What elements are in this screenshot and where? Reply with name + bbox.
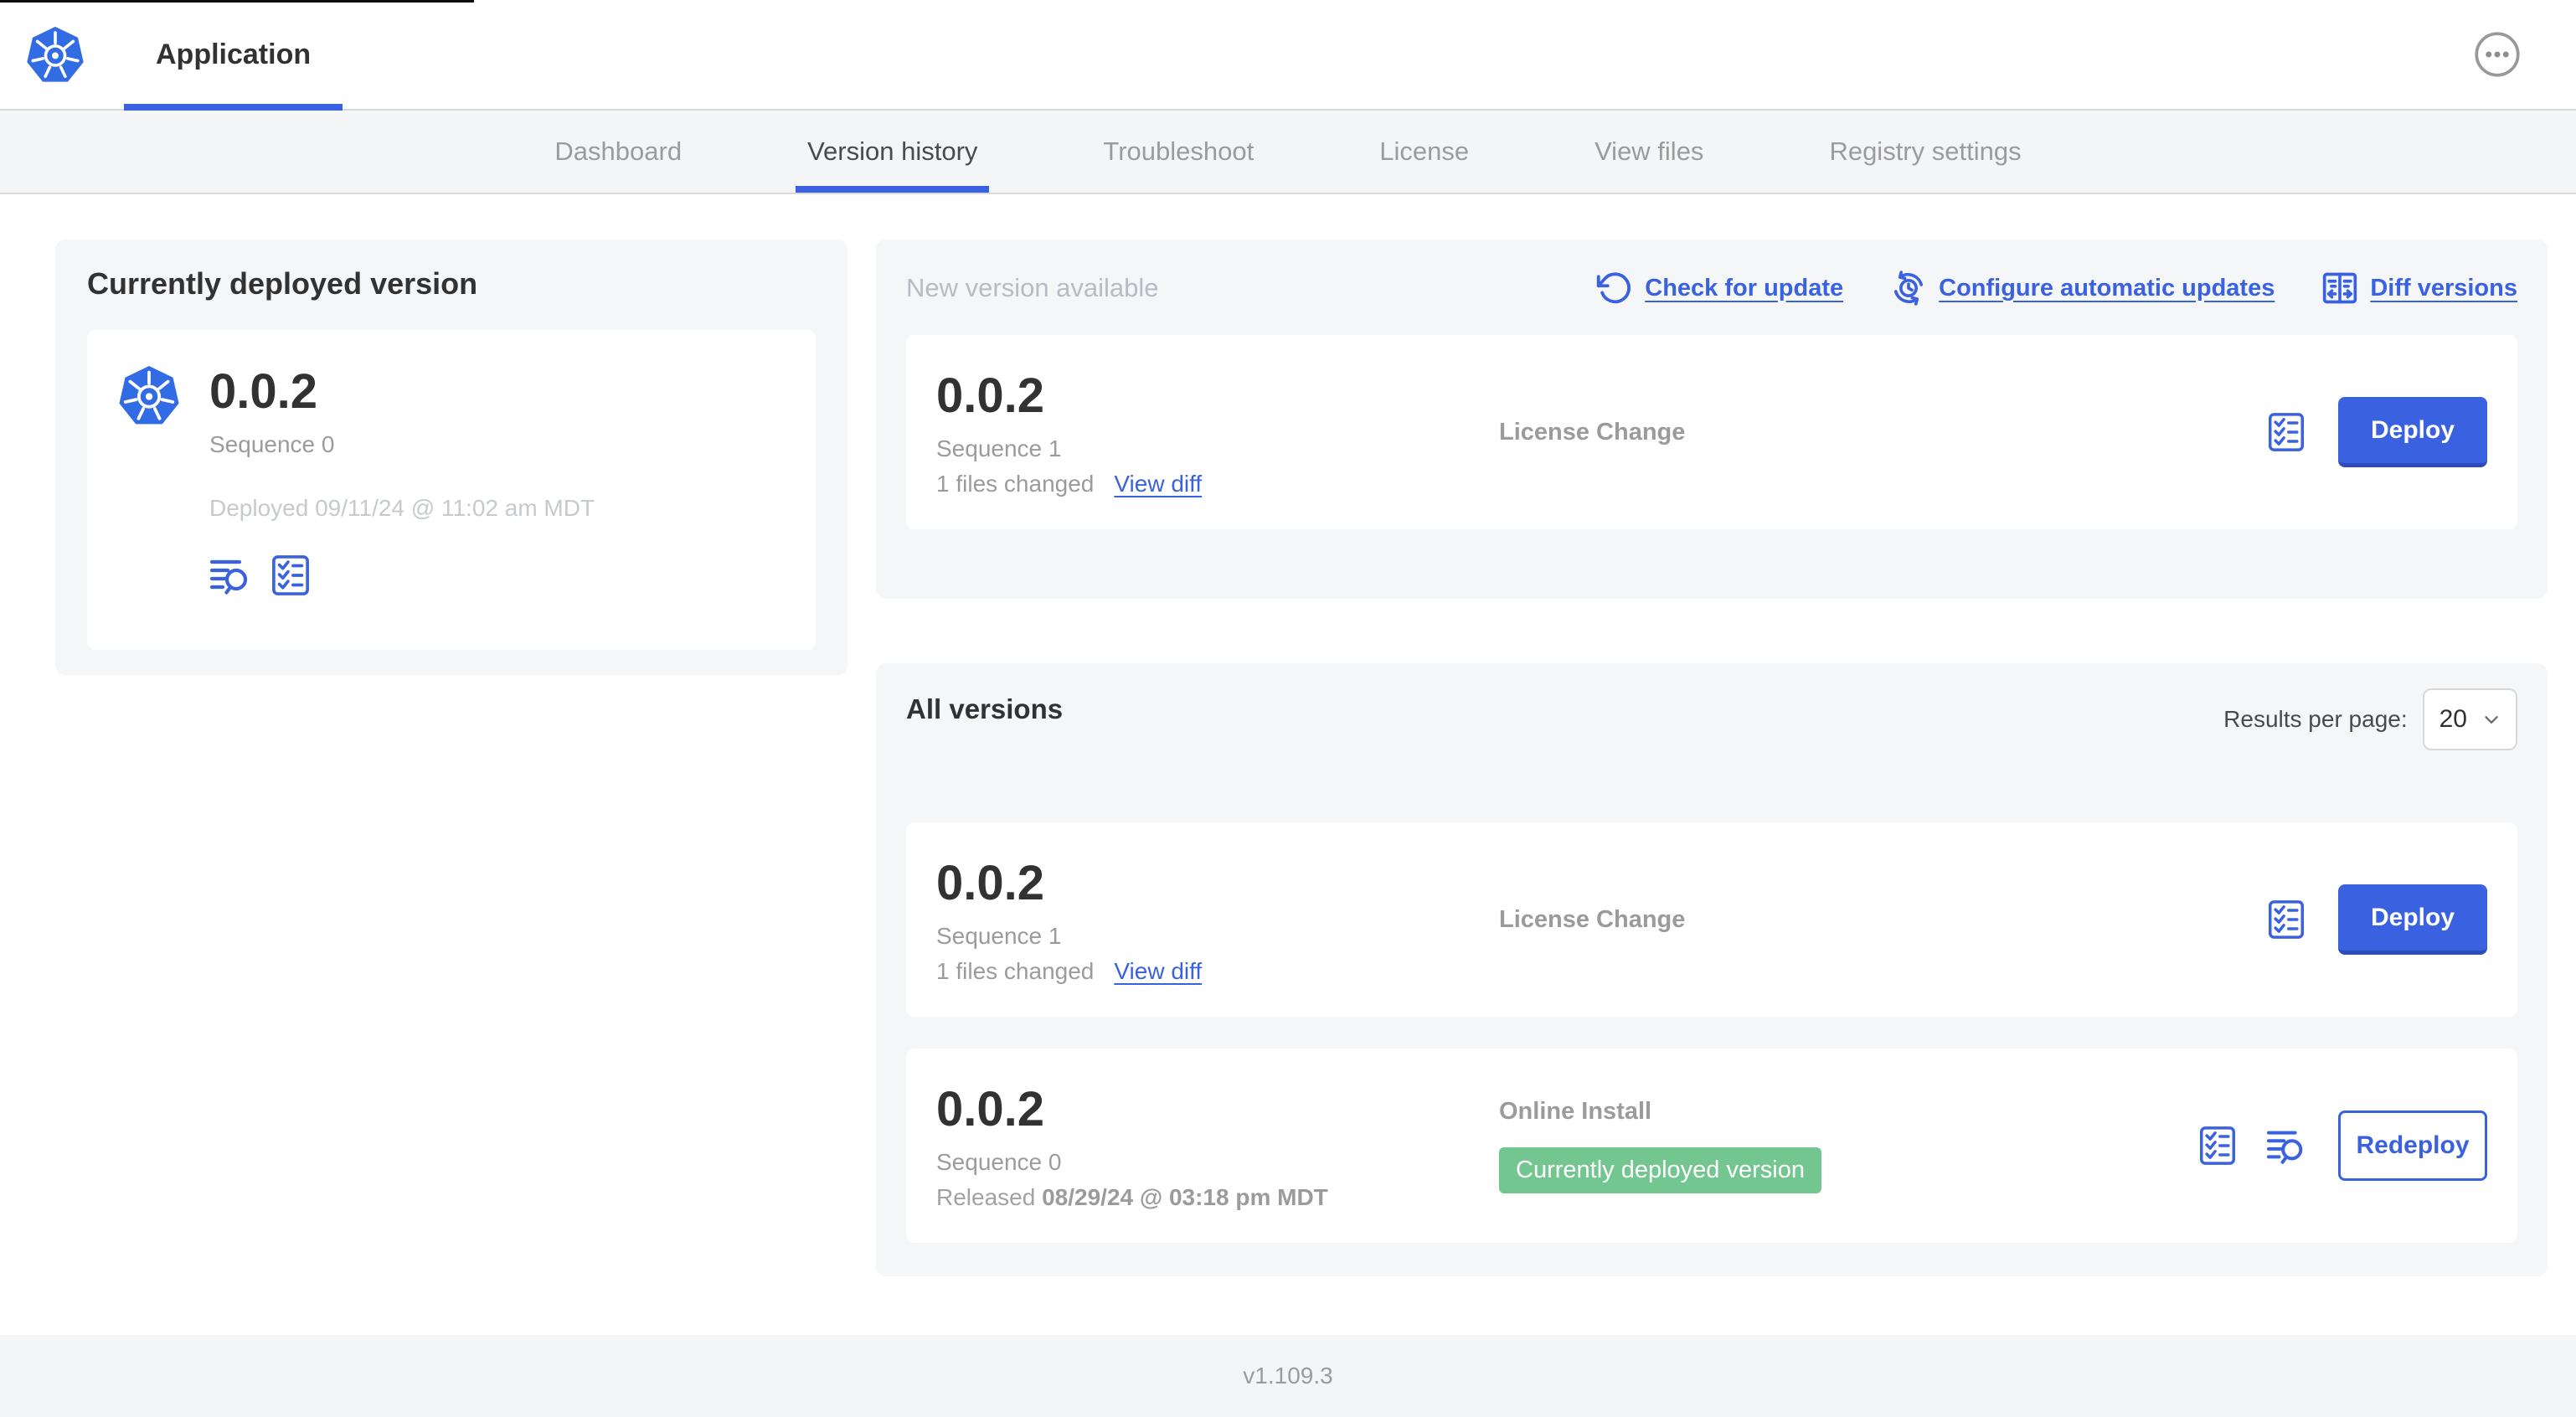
refresh-icon xyxy=(1597,272,1631,304)
app-tab[interactable]: Application xyxy=(123,0,343,111)
kubernetes-app-icon xyxy=(119,366,179,425)
current-version-deployed-date: Deployed 09/11/24 @ 11:02 am MDT xyxy=(209,495,595,521)
tab-dashboard[interactable]: Dashboard xyxy=(554,111,682,193)
version-source-label: License Change xyxy=(1499,905,1686,933)
preflight-checklist-icon xyxy=(2269,900,2304,939)
tab-version-history[interactable]: Version history xyxy=(796,111,990,193)
deploy-logs-button[interactable] xyxy=(209,555,253,595)
tab-registry-settings[interactable]: Registry settings xyxy=(1829,111,2021,193)
footer: v1.109.3 xyxy=(0,1335,2576,1417)
version-sequence: Sequence 1 xyxy=(936,922,1062,949)
deploy-button[interactable]: Deploy xyxy=(2338,884,2487,955)
version-number: 0.0.2 xyxy=(936,368,1044,423)
files-changed-label: 1 files changed xyxy=(936,470,1095,497)
currently-deployed-panel: Currently deployed version 0.0.2 Sequenc… xyxy=(55,240,848,675)
version-sequence: Sequence 1 xyxy=(936,435,1062,461)
screen-edge-artifact xyxy=(0,0,474,3)
main-content: Currently deployed version 0.0.2 Sequenc… xyxy=(0,194,2576,1335)
version-source-label: License Change xyxy=(1499,418,1686,446)
ellipsis-icon xyxy=(2475,32,2520,77)
redeploy-button[interactable]: Redeploy xyxy=(2338,1110,2487,1181)
files-changed-label: 1 files changed xyxy=(936,957,1095,984)
overflow-menu-button[interactable] xyxy=(2474,31,2521,78)
all-versions-panel: All versions Results per page: 20 0.0.2 … xyxy=(876,663,2548,1276)
currently-deployed-heading: Currently deployed version xyxy=(87,266,478,301)
configure-automatic-updates-link[interactable]: Configure automatic updates xyxy=(1890,270,2275,307)
admin-console-version: v1.109.3 xyxy=(1243,1363,1333,1389)
new-version-panel: New version available Check for update C… xyxy=(876,240,2548,599)
current-version-sequence: Sequence 0 xyxy=(209,431,335,457)
app-subnav: Dashboard Version history Troubleshoot L… xyxy=(0,111,2576,194)
current-version-number: 0.0.2 xyxy=(209,364,317,419)
deploy-logs-icon xyxy=(209,559,248,595)
deploy-logs-button[interactable] xyxy=(2266,1126,2308,1165)
version-row: 0.0.2 Sequence 0 Released 08/29/24 @ 03:… xyxy=(906,1049,2517,1243)
app-title: Application xyxy=(156,38,312,70)
chevron-down-icon xyxy=(2485,716,2498,724)
deploy-logs-icon xyxy=(2266,1131,2303,1164)
kubernetes-logo-icon xyxy=(27,26,84,82)
currently-deployed-card: 0.0.2 Sequence 0 Deployed 09/11/24 @ 11:… xyxy=(87,330,816,650)
schedule-update-icon xyxy=(1894,271,1924,306)
deploy-button[interactable]: Deploy xyxy=(2338,397,2487,467)
new-version-heading: New version available xyxy=(906,273,1159,302)
results-per-page-select[interactable]: 20 xyxy=(2422,688,2517,750)
diff-versions-link[interactable]: Diff versions xyxy=(2321,270,2517,307)
preflight-checklist-icon xyxy=(272,555,309,595)
version-source-label: Online Install xyxy=(1499,1098,1652,1125)
version-sequence: Sequence 0 xyxy=(936,1148,1062,1175)
preflight-checks-button[interactable] xyxy=(2268,411,2305,453)
currently-deployed-badge: Currently deployed version xyxy=(1499,1147,1821,1193)
tab-view-files[interactable]: View files xyxy=(1595,111,1703,193)
preflight-checks-button[interactable] xyxy=(271,554,310,597)
results-per-page-value: 20 xyxy=(2439,705,2467,733)
view-diff-link[interactable]: View diff xyxy=(1114,958,1202,985)
all-versions-heading: All versions xyxy=(906,693,1064,724)
preflight-checklist-icon xyxy=(2269,413,2304,451)
tab-troubleshoot[interactable]: Troubleshoot xyxy=(1103,111,1254,193)
results-per-page-label: Results per page: xyxy=(2223,706,2408,732)
view-diff-link[interactable]: View diff xyxy=(1114,471,1202,497)
version-released-date: Released 08/29/24 @ 03:18 pm MDT xyxy=(936,1183,1328,1210)
app-header: Application xyxy=(0,0,2576,111)
version-row: 0.0.2 Sequence 1 1 files changed View di… xyxy=(906,822,2517,1017)
tab-license[interactable]: License xyxy=(1379,111,1469,193)
preflight-checklist-icon xyxy=(2200,1126,2235,1165)
new-version-card: 0.0.2 Sequence 1 1 files changed View di… xyxy=(906,335,2517,529)
preflight-checks-button[interactable] xyxy=(2199,1125,2236,1167)
check-for-update-link[interactable]: Check for update xyxy=(1596,270,1843,307)
version-number: 0.0.2 xyxy=(936,855,1044,910)
preflight-checks-button[interactable] xyxy=(2268,899,2305,940)
diff-icon xyxy=(2323,272,2357,304)
page: Application Dashboard Version history Tr… xyxy=(0,0,2576,1417)
version-number: 0.0.2 xyxy=(936,1081,1044,1136)
